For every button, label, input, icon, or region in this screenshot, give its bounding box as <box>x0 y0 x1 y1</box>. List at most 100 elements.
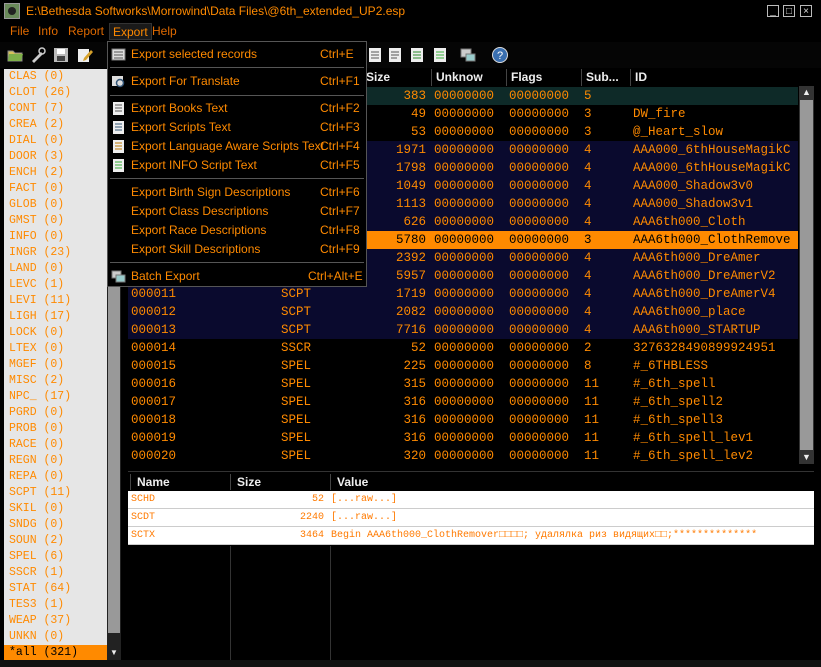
header-size[interactable]: Size <box>230 474 330 490</box>
record-type-item[interactable]: LTEX (0) <box>4 341 107 357</box>
subrecord-row[interactable]: SCHD 52 [...raw...] <box>128 491 814 509</box>
record-type-item[interactable]: CLAS (0) <box>4 69 107 85</box>
record-type-item[interactable]: LEVC (1) <box>4 277 107 293</box>
cell-num: 000016 <box>131 377 177 391</box>
record-type-item[interactable]: CONT (7) <box>4 101 107 117</box>
network-icon[interactable] <box>459 46 477 64</box>
record-type-item[interactable]: MISC (2) <box>4 373 107 389</box>
record-type-item[interactable]: STAT (64) <box>4 581 107 597</box>
table-row[interactable]: 000017 SPEL 316 00000000 00000000 11 #_6th_spe… <box>128 393 798 411</box>
record-type-item[interactable]: SNDG (0) <box>4 517 107 533</box>
record-type-item[interactable]: WEAP (37) <box>4 613 107 629</box>
script-icon[interactable] <box>408 46 426 64</box>
menu-file[interactable]: File <box>7 23 32 40</box>
cell-id: AAA6th000_place <box>633 305 746 319</box>
tools-icon[interactable] <box>29 46 47 64</box>
export-selected-records[interactable]: Export selected records Ctrl+E <box>108 45 366 64</box>
record-type-item[interactable]: ENCH (2) <box>4 165 107 181</box>
export-for-translate[interactable]: Export For Translate Ctrl+F1 <box>108 72 366 91</box>
record-type-item[interactable]: SOUN (2) <box>4 533 107 549</box>
export-info-script-text[interactable]: Export INFO Script Text Ctrl+F5 <box>108 156 366 175</box>
header-name[interactable]: Name <box>130 474 230 490</box>
record-type-item[interactable]: SCPT (11) <box>4 485 107 501</box>
record-type-item[interactable]: CLOT (26) <box>4 85 107 101</box>
export-skill-descriptions[interactable]: Export Skill Descriptions Ctrl+F9 <box>108 240 366 259</box>
table-row[interactable]: 000013 SCPT 7716 00000000 00000000 4 AAA6th000… <box>128 321 798 339</box>
table-row[interactable]: 000011 SCPT 1719 00000000 00000000 4 AAA6th000… <box>128 285 798 303</box>
record-type-item[interactable]: SSCR (1) <box>4 565 107 581</box>
close-button[interactable]: × <box>800 5 812 17</box>
record-type-item[interactable]: GLOB (0) <box>4 197 107 213</box>
table-row[interactable]: 000016 SPEL 315 00000000 00000000 11 #_6th_spe… <box>128 375 798 393</box>
maximize-button[interactable]: □ <box>783 5 795 17</box>
record-type-item[interactable]: SKIL (0) <box>4 501 107 517</box>
record-type-item[interactable]: DOOR (3) <box>4 149 107 165</box>
record-type-item[interactable]: INFO (0) <box>4 229 107 245</box>
table-row[interactable]: 000020 SPEL 320 00000000 00000000 11 #_6th_spe… <box>128 447 798 464</box>
edit-icon[interactable] <box>76 46 94 64</box>
record-type-item[interactable]: LOCK (0) <box>4 325 107 341</box>
table-row[interactable]: 000015 SPEL 225 00000000 00000000 8 #_6THBLESS <box>128 357 798 375</box>
record-type-item[interactable]: INGR (23) <box>4 245 107 261</box>
menu-shortcut: Ctrl+F8 <box>320 223 360 237</box>
menu-info[interactable]: Info <box>35 23 61 40</box>
header-id[interactable]: ID <box>630 69 814 86</box>
batch-export[interactable]: Batch Export Ctrl+Alt+E <box>108 267 366 286</box>
table-row[interactable]: 000012 SCPT 2082 00000000 00000000 4 AAA6th000… <box>128 303 798 321</box>
menu-export[interactable]: Export <box>109 23 152 40</box>
record-type-item[interactable]: CREA (2) <box>4 117 107 133</box>
record-type-item[interactable]: FACT (0) <box>4 181 107 197</box>
record-type-item[interactable]: PGRD (0) <box>4 405 107 421</box>
record-type-item[interactable]: RACE (0) <box>4 437 107 453</box>
record-type-item[interactable]: REPA (0) <box>4 469 107 485</box>
table-row[interactable]: 000014 SSCR 52 00000000 00000000 2 32763284908… <box>128 339 798 357</box>
record-type-item[interactable]: GMST (0) <box>4 213 107 229</box>
export-birth-sign-descriptions[interactable]: Export Birth Sign Descriptions Ctrl+F6 <box>108 183 366 202</box>
record-type-item[interactable]: UNKN (0) <box>4 629 107 645</box>
document-icon[interactable] <box>366 46 384 64</box>
record-type-list[interactable]: CLAS (0) CLOT (26) CONT (7) CREA (2) DIAL (0… <box>4 69 107 660</box>
menu-report[interactable]: Report <box>65 23 107 40</box>
record-type-item[interactable]: MGEF (0) <box>4 357 107 373</box>
menu-help[interactable]: Help <box>149 23 180 40</box>
record-type-item[interactable]: TES3 (1) <box>4 597 107 613</box>
subrecord-row[interactable]: SCDT 2240 [...raw...] <box>128 509 814 527</box>
export-language-aware-scripts[interactable]: Export Language Aware Scripts Text Ctrl+… <box>108 137 366 156</box>
record-type-item[interactable]: LEVI (11) <box>4 293 107 309</box>
cell-type: SCPT <box>281 323 312 337</box>
export-class-descriptions[interactable]: Export Class Descriptions Ctrl+F7 <box>108 202 366 221</box>
record-type-item[interactable]: REGN (0) <box>4 453 107 469</box>
grid-scroll-thumb[interactable] <box>800 100 813 450</box>
table-row[interactable]: 000019 SPEL 316 00000000 00000000 11 #_6th_spe… <box>128 429 798 447</box>
help-icon[interactable]: ? <box>491 46 509 64</box>
info-script-icon[interactable] <box>431 46 449 64</box>
record-type-item[interactable]: SPEL (6) <box>4 549 107 565</box>
record-type-item[interactable]: LAND (0) <box>4 261 107 277</box>
header-value[interactable]: Value <box>330 474 814 490</box>
record-type-item[interactable]: PROB (0) <box>4 421 107 437</box>
header-flags[interactable]: Flags <box>506 69 581 86</box>
cell-unknow: 00000000 <box>434 125 495 139</box>
record-type-item[interactable]: LIGH (17) <box>4 309 107 325</box>
record-type-item[interactable]: NPC_ (17) <box>4 389 107 405</box>
text-icon[interactable] <box>386 46 404 64</box>
scroll-up-icon[interactable]: ▲ <box>800 86 813 99</box>
scroll-down-icon[interactable]: ▼ <box>108 647 120 659</box>
grid-scrollbar[interactable]: ▲ ▼ <box>799 86 814 464</box>
record-type-item[interactable]: DIAL (0) <box>4 133 107 149</box>
export-books-text[interactable]: Export Books Text Ctrl+F2 <box>108 99 366 118</box>
export-race-descriptions[interactable]: Export Race Descriptions Ctrl+F8 <box>108 221 366 240</box>
header-size[interactable]: Size <box>361 69 431 86</box>
save-icon[interactable] <box>52 46 70 64</box>
header-sub[interactable]: Sub... <box>581 69 630 86</box>
minimize-button[interactable]: _ <box>767 5 779 17</box>
scroll-down-icon[interactable]: ▼ <box>800 451 813 464</box>
header-unknow[interactable]: Unknow <box>431 69 506 86</box>
export-scripts-text[interactable]: Export Scripts Text Ctrl+F3 <box>108 118 366 137</box>
cell-size: 315 <box>403 377 426 391</box>
cell-num: 000014 <box>131 341 177 355</box>
subrecord-row[interactable]: SCTX 3464 Begin AAA6th000_ClothRemover□□… <box>128 527 814 545</box>
table-row[interactable]: 000018 SPEL 316 00000000 00000000 11 #_6th_spe… <box>128 411 798 429</box>
open-icon[interactable] <box>6 46 24 64</box>
record-type-item[interactable]: *all (321) <box>4 645 107 660</box>
